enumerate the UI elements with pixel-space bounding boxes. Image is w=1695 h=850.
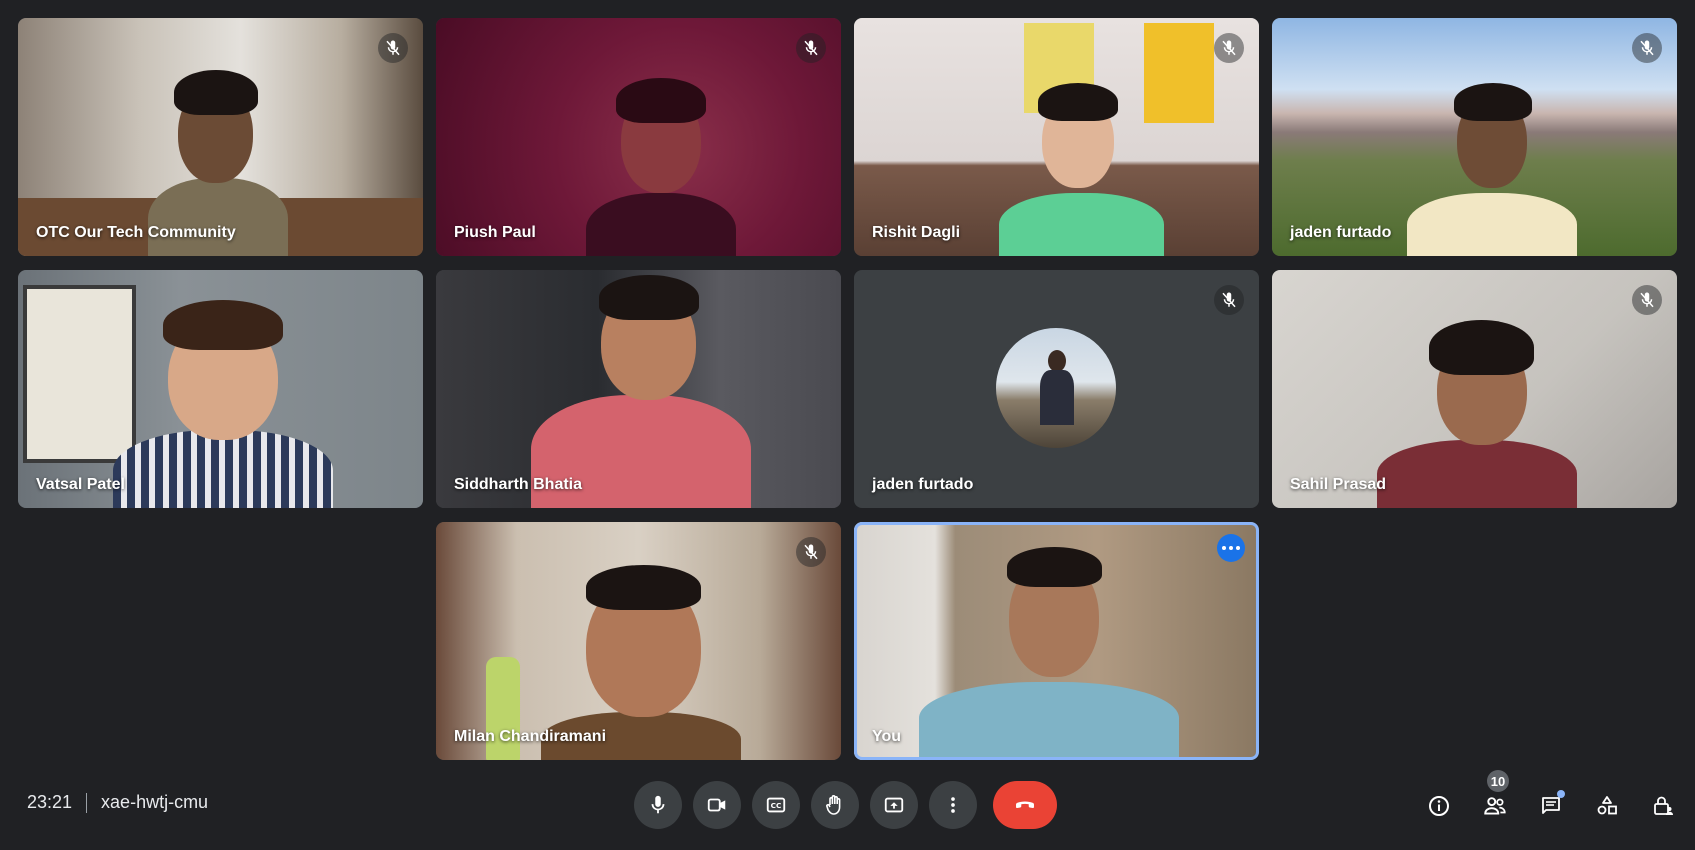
captions-icon: CC [766, 797, 786, 813]
participant-name: Rishit Dagli [872, 224, 961, 241]
people-icon [1484, 797, 1506, 815]
activities-icon [1597, 796, 1617, 815]
muted-mic-icon [378, 33, 408, 63]
participant-tile-milan[interactable]: Milan Chandiramani [436, 522, 841, 760]
participant-tile-otc[interactable]: OTC Our Tech Community [18, 18, 423, 256]
person-figure [113, 290, 333, 508]
muted-mic-icon [1214, 33, 1244, 63]
participant-name: Milan Chandiramani [454, 728, 607, 745]
participants-button[interactable]: 10 [1475, 770, 1515, 826]
participant-tile-siddharth[interactable]: Siddharth Bhatia [436, 270, 841, 508]
person-figure [586, 73, 736, 256]
person-figure [919, 547, 1179, 760]
microphone-icon [651, 795, 665, 814]
person-figure [994, 78, 1164, 256]
end-call-icon [1016, 801, 1034, 809]
tile-more-options-button[interactable] [1217, 534, 1245, 562]
call-controls: CC [634, 781, 1057, 829]
participant-name: You [872, 728, 902, 745]
end-call-button[interactable] [993, 781, 1057, 829]
muted-mic-icon [796, 33, 826, 63]
participant-tile-jaden-video[interactable]: jaden furtado [1272, 18, 1677, 256]
participant-tile-vatsal[interactable]: Vatsal Patel [18, 270, 423, 508]
participant-name: Siddharth Bhatia [454, 476, 583, 493]
host-controls-button[interactable] [1643, 786, 1683, 826]
muted-mic-icon [796, 537, 826, 567]
participant-name: jaden furtado [872, 476, 974, 493]
bottom-toolbar: 23:21 xae-hwtj-cmu CC 10 [0, 770, 1695, 840]
captions-button[interactable]: CC [752, 781, 800, 829]
participant-tile-jaden-avatar[interactable]: jaden furtado [854, 270, 1259, 508]
info-icon [1429, 796, 1449, 816]
more-options-button[interactable] [929, 781, 977, 829]
microphone-button[interactable] [634, 781, 682, 829]
clock-time: 23:21 [27, 792, 73, 812]
muted-mic-icon [1632, 285, 1662, 315]
meeting-code[interactable]: xae-hwtj-cmu [101, 792, 208, 813]
profile-avatar [996, 328, 1116, 448]
muted-mic-icon [1632, 33, 1662, 63]
participant-tile-sahil[interactable]: Sahil Prasad [1272, 270, 1677, 508]
activities-button[interactable] [1587, 786, 1627, 826]
more-options-icon [951, 797, 955, 813]
svg-text:CC: CC [771, 801, 782, 810]
unread-indicator [1557, 790, 1565, 798]
divider [86, 792, 88, 813]
raise-hand-button[interactable] [811, 781, 859, 829]
camera-icon [707, 798, 726, 812]
meeting-details: 23:21 xae-hwtj-cmu [27, 792, 208, 813]
muted-mic-icon [1214, 285, 1244, 315]
person-figure [531, 275, 751, 508]
participant-count-badge: 10 [1487, 770, 1509, 792]
participant-name: Piush Paul [454, 224, 536, 241]
person-figure [1402, 78, 1582, 256]
chat-button[interactable] [1531, 786, 1571, 826]
present-icon [884, 797, 904, 813]
participant-name: OTC Our Tech Community [36, 224, 236, 241]
participant-tile-piush[interactable]: Piush Paul [436, 18, 841, 256]
present-screen-button[interactable] [870, 781, 918, 829]
participant-name: Vatsal Patel [36, 476, 125, 493]
camera-button[interactable] [693, 781, 741, 829]
participant-tile-self[interactable]: You [854, 522, 1259, 760]
meeting-details-button[interactable] [1419, 786, 1459, 826]
lock-person-icon [1654, 796, 1673, 815]
person-figure [1377, 315, 1577, 508]
participant-tile-rishit[interactable]: Rishit Dagli [854, 18, 1259, 256]
participant-name: jaden furtado [1290, 224, 1392, 241]
participant-name: Sahil Prasad [1290, 476, 1387, 493]
raise-hand-icon [826, 795, 841, 815]
side-panel-controls: 10 [1419, 770, 1683, 826]
